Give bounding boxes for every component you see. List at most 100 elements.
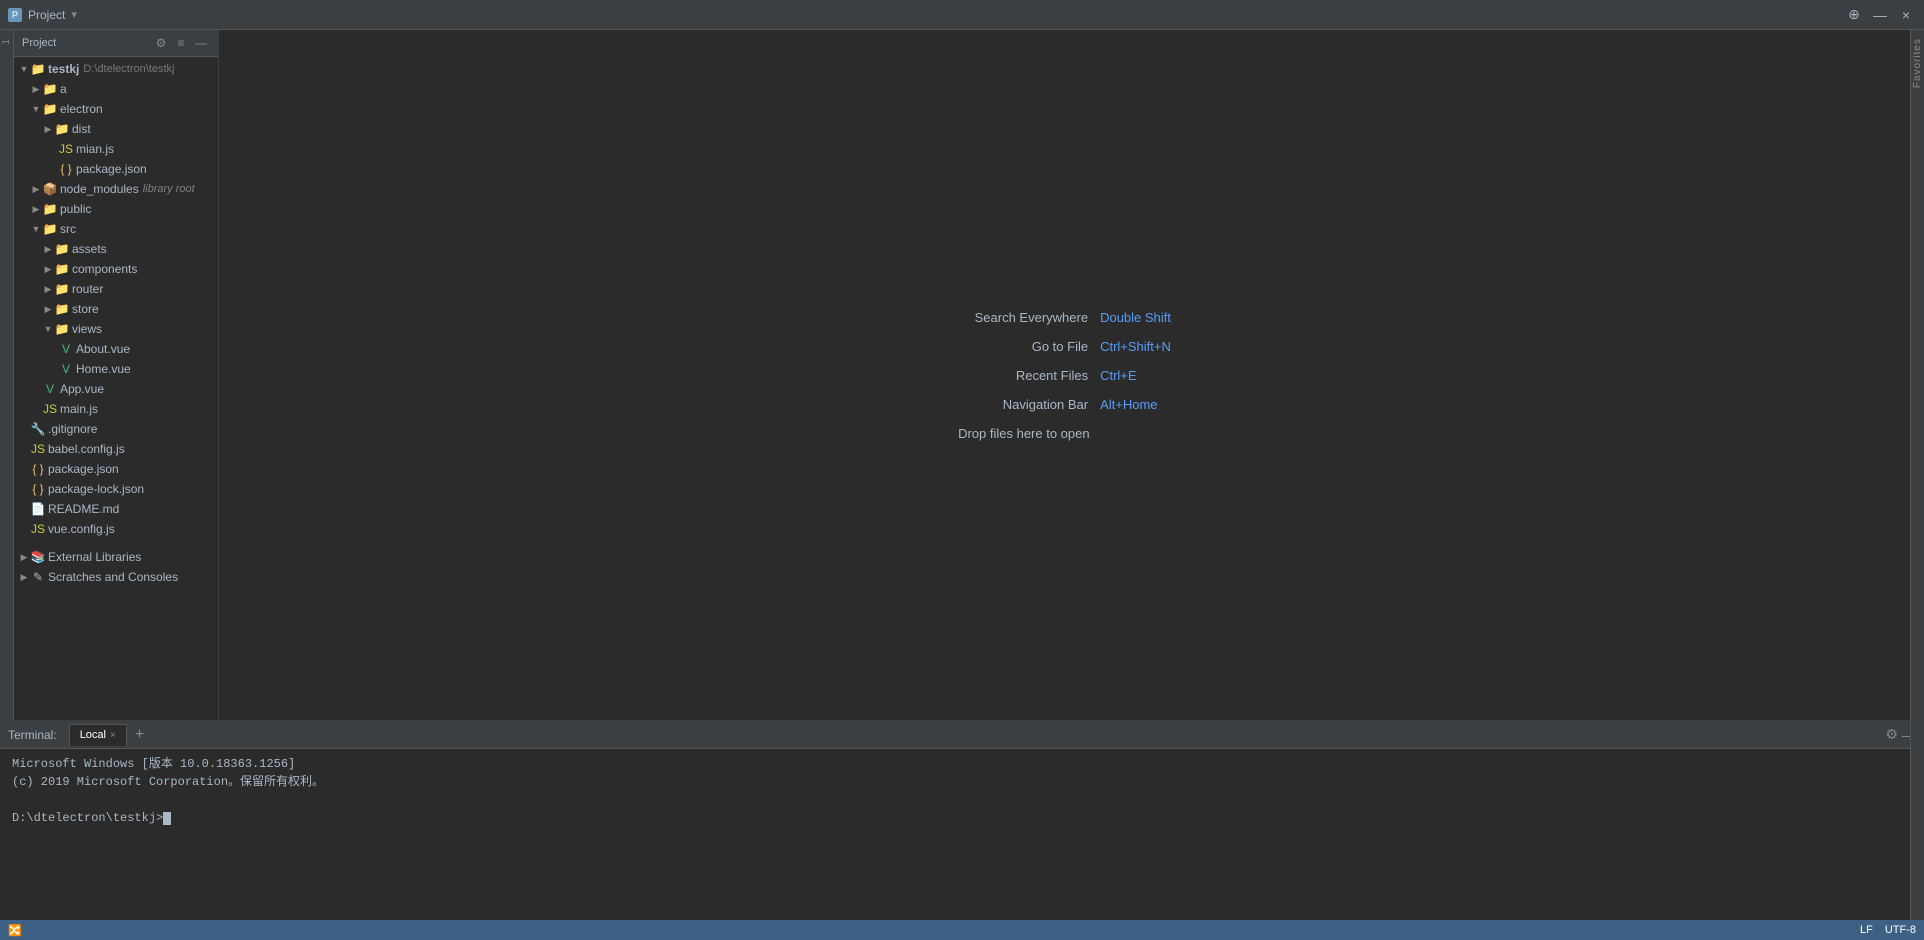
tree-root[interactable]: ▼ 📁 testkj D:\dtelectron\testkj <box>14 59 218 79</box>
file-tree: ▼ 📁 testkj D:\dtelectron\testkj ▶ 📁 a ▼ … <box>14 57 218 720</box>
tree-item-babel-config[interactable]: JS babel.config.js <box>14 439 218 459</box>
tree-item-gitignore[interactable]: 🔧 .gitignore <box>14 419 218 439</box>
welcome-hints: Search Everywhere Double Shift Go to Fil… <box>958 310 1171 441</box>
hint-shortcut-goto: Ctrl+Shift+N <box>1100 339 1171 354</box>
panel-settings-icon[interactable]: ⚙ <box>152 34 170 52</box>
tree-item-components[interactable]: ▶ 📁 components <box>14 259 218 279</box>
views-folder-icon: 📁 <box>54 321 70 337</box>
terminal-content[interactable]: Microsoft Windows [版本 10.0.18363.1256] (… <box>0 749 1924 920</box>
close-icon[interactable]: × <box>1896 5 1916 25</box>
panel-toggle-icon[interactable]: ≡ <box>172 34 190 52</box>
views-arrow: ▼ <box>42 323 54 335</box>
gitignore-icon: 🔧 <box>30 421 46 437</box>
left-strip: 1 <box>0 30 14 720</box>
tree-item-assets[interactable]: ▶ 📁 assets <box>14 239 218 259</box>
git-icon: 🔀 <box>8 924 22 937</box>
electron-arrow: ▼ <box>30 103 42 115</box>
main-js-label: main.js <box>60 402 98 416</box>
store-folder-icon: 📁 <box>54 301 70 317</box>
tree-item-dist[interactable]: ▶ 📁 dist <box>14 119 218 139</box>
scratches-icon: ✎ <box>30 569 46 585</box>
ext-libs-arrow: ▶ <box>18 551 30 563</box>
public-label: public <box>60 202 91 216</box>
terminal-tab-local-label: Local <box>80 729 106 741</box>
tree-item-a[interactable]: ▶ 📁 a <box>14 79 218 99</box>
vue-config-label: vue.config.js <box>48 522 115 536</box>
dist-folder-icon: 📁 <box>54 121 70 137</box>
hint-label-goto: Go to File <box>958 339 1088 354</box>
tree-item-src[interactable]: ▼ 📁 src <box>14 219 218 239</box>
root-name: testkj <box>48 62 79 76</box>
node-modules-label: node_modules <box>60 182 139 196</box>
node-modules-badge: library root <box>143 183 195 195</box>
tree-item-mian-js[interactable]: JS mian.js <box>14 139 218 159</box>
settings-icon[interactable]: ⊕ <box>1844 5 1864 25</box>
title-bar-dropdown-icon[interactable]: ▾ <box>71 8 77 21</box>
tree-item-home-vue[interactable]: V Home.vue <box>14 359 218 379</box>
public-arrow: ▶ <box>30 203 42 215</box>
root-arrow: ▼ <box>18 63 30 75</box>
hint-shortcut-search: Double Shift <box>1100 310 1171 325</box>
tree-item-main-js[interactable]: JS main.js <box>14 399 218 419</box>
panel-header-actions: ⚙ ≡ — <box>152 34 210 52</box>
terminal-cursor <box>163 812 171 825</box>
package-lock-json-icon: { } <box>30 481 46 497</box>
tree-item-views[interactable]: ▼ 📁 views <box>14 319 218 339</box>
panel-header: Project ⚙ ≡ — <box>14 30 218 57</box>
left-strip-label: 1 <box>1 38 12 45</box>
title-bar-title: Project <box>28 8 65 22</box>
views-label: views <box>72 322 102 336</box>
src-folder-icon: 📁 <box>42 221 58 237</box>
terminal-tab-close[interactable]: × <box>110 730 116 741</box>
root-folder-icon: 📁 <box>30 61 46 77</box>
status-left: 🔀 <box>8 924 34 937</box>
babel-config-icon: JS <box>30 441 46 457</box>
ext-libs-label: External Libraries <box>48 550 141 564</box>
main-js-icon: JS <box>42 401 58 417</box>
terminal-tabs-bar: Terminal: Local × + ⚙ — <box>0 721 1924 749</box>
src-arrow: ▼ <box>30 223 42 235</box>
tree-item-readme[interactable]: 📄 README.md <box>14 499 218 519</box>
package-json-electron-label: package.json <box>76 162 147 176</box>
project-icon: P <box>8 8 22 22</box>
panel-minimize-icon[interactable]: — <box>192 34 210 52</box>
tree-item-scratches[interactable]: ▶ ✎ Scratches and Consoles <box>14 567 218 587</box>
tree-item-public[interactable]: ▶ 📁 public <box>14 199 218 219</box>
project-label: Project <box>22 37 56 49</box>
dist-arrow: ▶ <box>42 123 54 135</box>
node-modules-icon: 📦 <box>42 181 58 197</box>
babel-config-label: babel.config.js <box>48 442 125 456</box>
terminal-tab-local[interactable]: Local × <box>69 724 127 746</box>
about-vue-icon: V <box>58 341 74 357</box>
public-folder-icon: 📁 <box>42 201 58 217</box>
tree-item-router[interactable]: ▶ 📁 router <box>14 279 218 299</box>
a-folder-icon: 📁 <box>42 81 58 97</box>
project-panel: Project ⚙ ≡ — ▼ 📁 testkj D:\dtelectron\t… <box>14 30 219 720</box>
router-arrow: ▶ <box>42 283 54 295</box>
tree-item-package-json[interactable]: { } package.json <box>14 459 218 479</box>
tree-item-external-libraries[interactable]: ▶ 📚 External Libraries <box>14 547 218 567</box>
package-lock-json-label: package-lock.json <box>48 482 144 496</box>
tree-item-store[interactable]: ▶ 📁 store <box>14 299 218 319</box>
tree-item-package-json-electron[interactable]: { } package.json <box>14 159 218 179</box>
tree-item-about-vue[interactable]: V About.vue <box>14 339 218 359</box>
status-bar: 🔀 LF UTF-8 <box>0 920 1924 940</box>
tree-item-node-modules[interactable]: ▶ 📦 node_modules library root <box>14 179 218 199</box>
hint-drop-files: Drop files here to open <box>958 426 1171 441</box>
tree-item-package-lock-json[interactable]: { } package-lock.json <box>14 479 218 499</box>
status-utf8: UTF-8 <box>1885 924 1916 936</box>
hint-shortcut-recent: Ctrl+E <box>1100 368 1136 383</box>
editor-area: Search Everywhere Double Shift Go to Fil… <box>219 30 1910 720</box>
hint-label-recent: Recent Files <box>958 368 1088 383</box>
collapse-icon[interactable]: — <box>1870 5 1890 25</box>
tree-item-electron[interactable]: ▼ 📁 electron <box>14 99 218 119</box>
terminal-settings-icon[interactable]: ⚙ <box>1885 726 1898 743</box>
hint-label-search: Search Everywhere <box>958 310 1088 325</box>
tree-item-vue-config[interactable]: JS vue.config.js <box>14 519 218 539</box>
app-vue-icon: V <box>42 381 58 397</box>
assets-label: assets <box>72 242 107 256</box>
tree-item-app-vue[interactable]: V App.vue <box>14 379 218 399</box>
assets-arrow: ▶ <box>42 243 54 255</box>
terminal-add-tab-button[interactable]: + <box>131 727 148 743</box>
hint-navigation-bar: Navigation Bar Alt+Home <box>958 397 1171 412</box>
